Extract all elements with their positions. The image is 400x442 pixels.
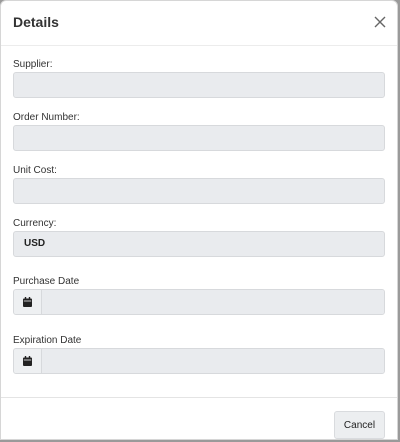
currency-field[interactable]: USD xyxy=(13,231,385,257)
currency-label: Currency: xyxy=(13,218,57,229)
unit-cost-label: Unit Cost: xyxy=(13,165,57,176)
modal-title: Details xyxy=(13,14,59,30)
cancel-button[interactable]: Cancel xyxy=(334,411,385,439)
expiration-date-group xyxy=(13,348,385,374)
details-modal: Details Supplier: Order Number: Unit Cos… xyxy=(0,0,398,440)
purchase-date-group xyxy=(13,289,385,315)
order-number-label: Order Number: xyxy=(13,112,80,123)
modal-footer: Cancel xyxy=(1,397,397,442)
expiration-date-label: Expiration Date xyxy=(13,335,82,346)
purchase-date-input[interactable] xyxy=(42,290,384,314)
unit-cost-field[interactable] xyxy=(13,178,385,204)
supplier-label: Supplier: xyxy=(13,59,53,70)
supplier-field[interactable] xyxy=(13,72,385,98)
purchase-date-calendar-button[interactable] xyxy=(14,290,42,314)
calendar-icon xyxy=(23,356,32,366)
close-icon[interactable] xyxy=(373,15,387,29)
calendar-icon xyxy=(23,297,32,307)
expiration-date-input[interactable] xyxy=(42,349,384,373)
order-number-field[interactable] xyxy=(13,125,385,151)
expiration-date-calendar-button[interactable] xyxy=(14,349,42,373)
purchase-date-label: Purchase Date xyxy=(13,276,80,287)
modal-header: Details xyxy=(1,1,397,46)
